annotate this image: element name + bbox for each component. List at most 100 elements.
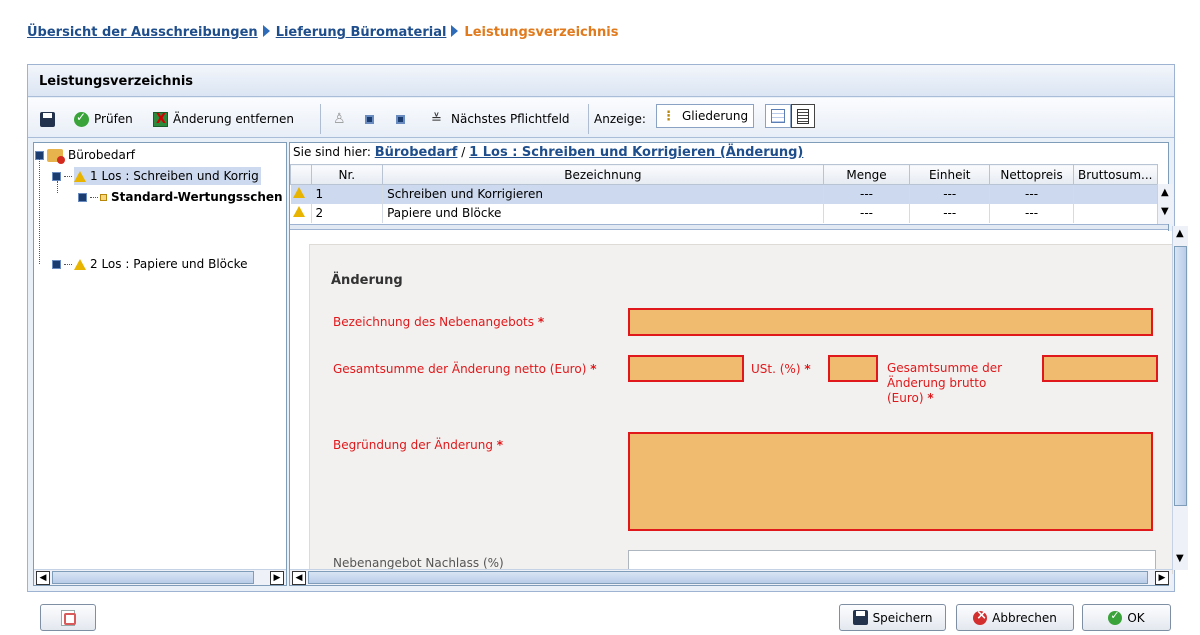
cancel-icon: [973, 608, 988, 625]
form-section-title: Änderung: [331, 273, 403, 288]
breadcrumb-link-lieferung[interactable]: Lieferung Büromaterial: [276, 25, 447, 40]
table-view-button[interactable]: [765, 104, 791, 128]
ust-input[interactable]: [828, 355, 878, 382]
excel-remove-icon: [153, 111, 168, 127]
begruendung-label: Begründung der Änderung *: [333, 438, 503, 453]
ok-icon: [1108, 609, 1123, 625]
speichern-label: Speichern: [872, 610, 933, 625]
ok-button[interactable]: OK: [1082, 604, 1171, 631]
anzeige-label: Anzeige:: [594, 112, 646, 126]
cell-nettopreis: ---: [989, 184, 1074, 204]
next-field-icon: ≚: [431, 111, 442, 127]
ust-label: USt. (%) *: [751, 362, 811, 377]
tree-item-label: 2 Los : Papiere und Blöcke: [90, 257, 248, 271]
aenderung-entfernen-button[interactable]: Änderung entfernen: [153, 109, 294, 129]
location-link-current[interactable]: 1 Los : Schreiben und Korrigieren (Änder…: [469, 145, 803, 160]
column-header-bruttosumme[interactable]: Bruttosum...: [1072, 164, 1158, 185]
warning-icon: [292, 206, 305, 217]
table-row[interactable]: 2 Papiere und Blöcke --- --- ---: [290, 203, 1158, 223]
scroll-thumb[interactable]: [308, 571, 1148, 584]
breadcrumb-current: Leistungsverzeichnis: [464, 25, 619, 40]
column-header-bezeichnung[interactable]: Bezeichnung: [382, 164, 824, 185]
cell-bezeichnung: Schreiben und Korrigieren: [382, 184, 824, 204]
column-header-nr[interactable]: Nr.: [310, 164, 384, 185]
column-header-einheit[interactable]: Einheit: [909, 164, 991, 185]
pdf-icon: [61, 609, 76, 626]
brutto-label-line: Gesamtsumme der: [887, 361, 1003, 375]
begruendung-textarea[interactable]: [628, 432, 1153, 531]
column-header-nettopreis[interactable]: Nettopreis: [989, 164, 1074, 185]
collapse-toggle-icon[interactable]: [52, 171, 61, 181]
pruefen-button[interactable]: Prüfen: [74, 109, 133, 129]
location-prefix: Sie sind hier:: [293, 145, 371, 159]
table-row[interactable]: 1 Schreiben und Korrigieren --- --- ---: [290, 184, 1158, 204]
naechstes-pflichtfeld-button[interactable]: ≚ Nächstes Pflichtfeld: [431, 109, 570, 129]
brutto-label-line: Änderung brutto: [887, 376, 987, 390]
breadcrumb-link-overview[interactable]: Übersicht der Ausschreibungen: [27, 25, 258, 40]
warning-icon: [74, 258, 86, 270]
tree-item-los-1[interactable]: 1 Los : Schreiben und Korrig: [52, 167, 261, 185]
table-view-frame: [765, 104, 791, 128]
tree-item-wertungsschema[interactable]: Standard-Wertungsschen: [78, 188, 283, 206]
cell-bruttosumme: [1073, 184, 1158, 204]
abbrechen-button[interactable]: Abbrechen: [956, 604, 1074, 631]
tree-item-selection: 1 Los : Schreiben und Korrig: [74, 167, 261, 185]
cell-einheit: ---: [909, 184, 991, 204]
form-horizontal-scrollbar[interactable]: ◀ ▶: [290, 569, 1172, 585]
speichern-button[interactable]: Speichern: [839, 604, 946, 631]
scroll-down-icon[interactable]: ▼: [1176, 553, 1184, 564]
brutto-input[interactable]: [1042, 355, 1158, 382]
scroll-right-icon[interactable]: ▶: [270, 571, 284, 585]
required-marker: *: [496, 438, 504, 452]
netto-input[interactable]: [628, 355, 744, 382]
scroll-left-icon[interactable]: ◀: [292, 571, 306, 585]
bezeichnung-label: Bezeichnung des Nebenangebots *: [333, 315, 544, 330]
scroll-down-icon[interactable]: ▼: [1161, 206, 1169, 217]
cell-bruttosumme: [1073, 203, 1158, 223]
tree-item-los-2[interactable]: 2 Los : Papiere und Blöcke: [52, 255, 248, 273]
document-icon: [797, 108, 809, 124]
collapse-all-button[interactable]: [396, 109, 405, 129]
location-link-root[interactable]: Bürobedarf: [375, 145, 458, 160]
gliederung-button[interactable]: ⋮ Gliederung: [656, 104, 755, 128]
brutto-label-line: (Euro): [887, 391, 924, 405]
form-vertical-scrollbar[interactable]: ▲ ▼: [1172, 226, 1188, 570]
tree-horizontal-scrollbar[interactable]: ◀ ▶: [34, 569, 286, 585]
tree-outline-icon: ⋮: [662, 108, 675, 124]
pdf-export-button[interactable]: [40, 604, 96, 631]
abbrechen-label: Abbrechen: [992, 610, 1057, 625]
location-breadcrumb: Sie sind hier: Bürobedarf / 1 Los : Schr…: [290, 143, 1168, 162]
netto-label-text: Gesamtsumme der Änderung netto (Euro): [333, 362, 587, 376]
document-view-button[interactable]: [791, 104, 815, 128]
gliederung-button-frame: ⋮ Gliederung: [656, 104, 755, 128]
scroll-up-icon[interactable]: ▲: [1176, 228, 1184, 239]
scroll-up-icon[interactable]: ▲: [1161, 187, 1169, 198]
toolbar-separator: [588, 104, 589, 134]
required-marker: *: [537, 315, 545, 329]
folder-icon: [47, 148, 65, 164]
person-icon: ♙: [333, 110, 346, 127]
tree-panel: Bürobedarf 1 Los : Schreiben und Korrig …: [33, 142, 287, 586]
brutto-label: Gesamtsumme der Änderung brutto (Euro) *: [887, 361, 1002, 406]
tree-connector: [64, 175, 72, 177]
scroll-right-icon[interactable]: ▶: [1155, 571, 1169, 585]
tree-connector: [64, 263, 72, 265]
scroll-thumb[interactable]: [1174, 246, 1187, 506]
toolbar-separator: [320, 104, 321, 134]
bezeichnung-input[interactable]: [628, 308, 1153, 336]
column-header-icon: [290, 164, 312, 185]
breadcrumb-separator-icon: [262, 25, 270, 37]
table-vertical-scrollbar[interactable]: ▲ ▼: [1157, 184, 1173, 224]
save-toolbar-button[interactable]: [40, 109, 60, 129]
panel-splitter[interactable]: [290, 224, 1168, 230]
expand-toggle-icon[interactable]: [78, 192, 87, 202]
scroll-thumb[interactable]: [52, 571, 254, 584]
expand-all-button[interactable]: [365, 109, 374, 129]
column-header-menge[interactable]: Menge: [822, 164, 911, 185]
tree-connector: [39, 159, 40, 264]
expand-toggle-icon[interactable]: [52, 259, 61, 269]
tree-root[interactable]: Bürobedarf: [35, 146, 135, 164]
cell-menge: ---: [823, 203, 911, 223]
scroll-left-icon[interactable]: ◀: [36, 571, 50, 585]
person-button[interactable]: ♙: [333, 109, 353, 129]
